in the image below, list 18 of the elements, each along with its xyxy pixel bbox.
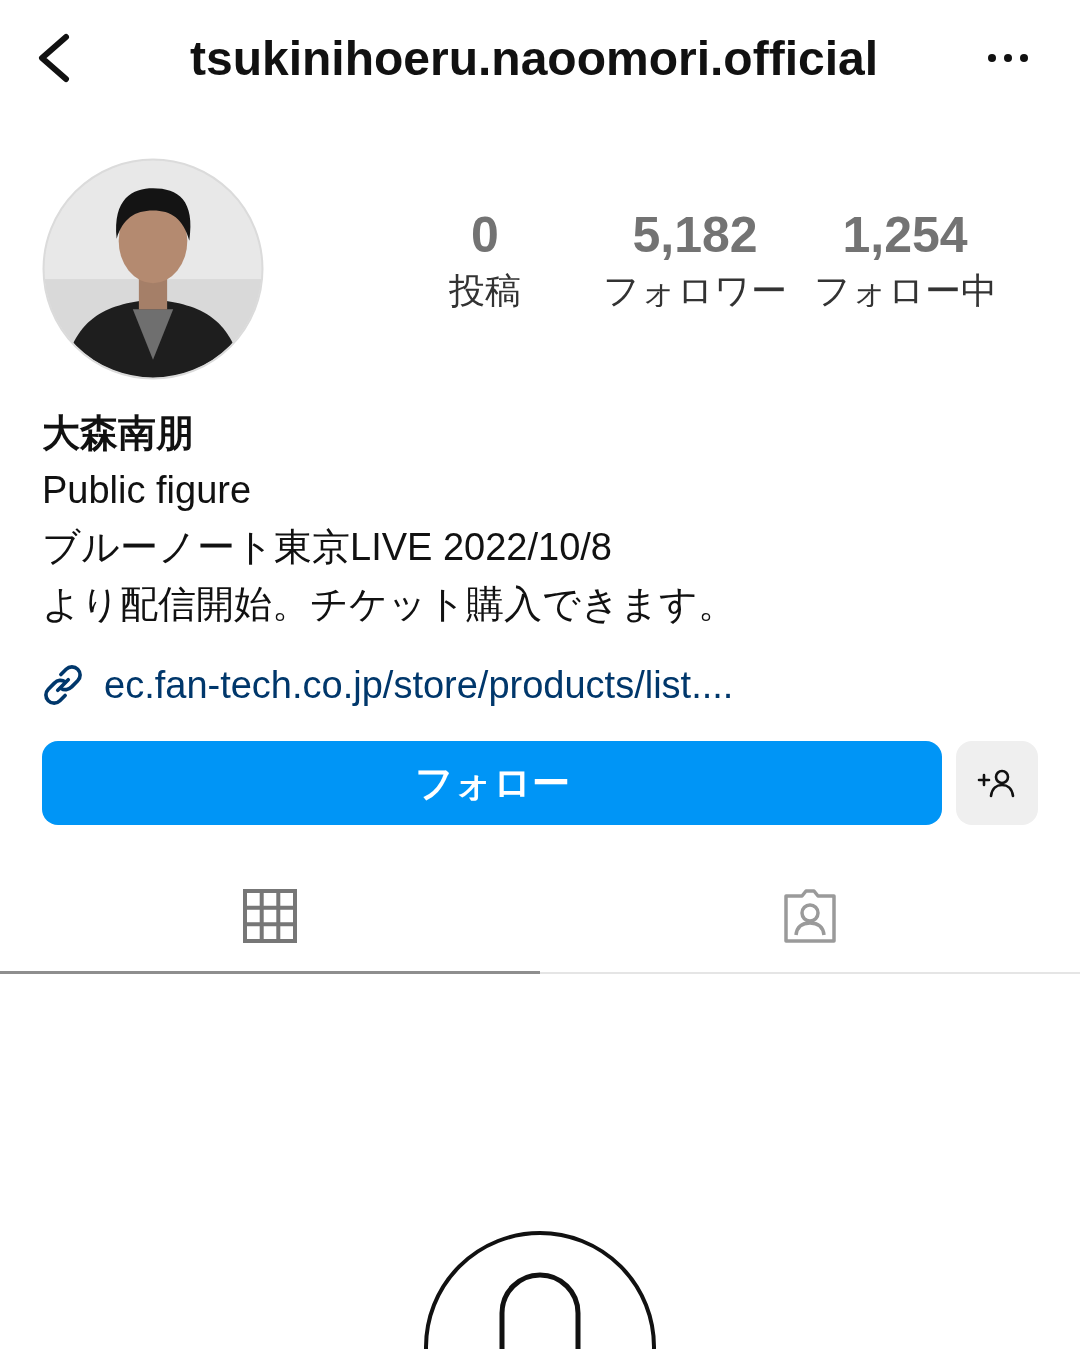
- link-icon: [42, 664, 84, 706]
- profile-link[interactable]: ec.fan-tech.co.jp/store/products/list....: [104, 659, 734, 711]
- more-icon[interactable]: [986, 52, 1030, 64]
- bio-text: ブルーノート東京LIVE 2022/10/8: [42, 525, 613, 570]
- stat-label[interactable]: フォロー中: [813, 266, 997, 316]
- bio-text: より配信開始。チケット購入できます。: [42, 582, 737, 627]
- stat-count: 5,182: [632, 206, 758, 265]
- person-tag-icon: [782, 888, 838, 944]
- profile-username: tsukinihoeru.naoomori.official: [188, 30, 880, 86]
- stat-count: 0: [471, 206, 499, 265]
- stat-label[interactable]: 投稿: [449, 266, 521, 316]
- stat-count: 1,254: [842, 206, 968, 265]
- grid-icon: [242, 888, 298, 944]
- display-name: 大森南朋: [42, 411, 195, 456]
- category-text: Public figure: [42, 468, 253, 513]
- stat-label[interactable]: フォロワー: [603, 266, 787, 316]
- suggest-button[interactable]: [956, 741, 1038, 825]
- add-person-icon: [977, 768, 1017, 798]
